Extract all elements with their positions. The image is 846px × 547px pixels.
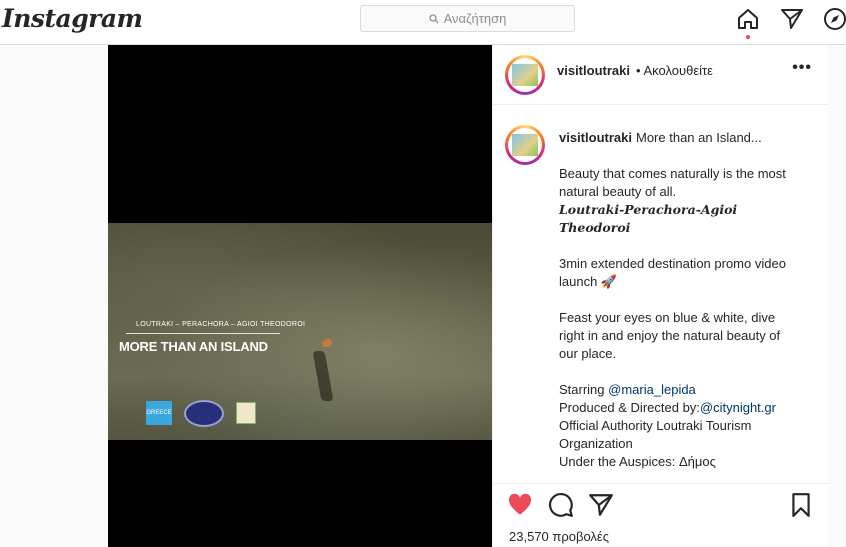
caption-first-line: More than an Island... [636, 130, 762, 145]
share-icon[interactable] [588, 492, 614, 518]
greece-logo: GREECE [146, 401, 172, 425]
video-divider [126, 333, 280, 334]
post-header: visitloutraki • Ακολουθείτε ••• [493, 45, 829, 105]
caption-paragraph: Beauty that comes naturally is the most … [559, 166, 786, 235]
follow-status[interactable]: • Ακολουθείτε [636, 63, 713, 78]
kayak-shadow [312, 351, 334, 401]
kayak-figure [320, 337, 334, 349]
search-placeholder: Αναζήτηση [443, 11, 507, 26]
caption-paragraph: 3min extended destination promo video la… [559, 256, 786, 289]
video-title: MORE THAN AN ISLAND [119, 339, 268, 354]
search-input[interactable]: Αναζήτηση [360, 5, 575, 32]
post-sidebar: visitloutraki • Ακολουθείτε ••• visitlou… [492, 45, 829, 547]
heart-icon[interactable] [507, 492, 533, 518]
post-actions: 23,570 προβολές [493, 483, 829, 547]
search-icon [428, 13, 439, 23]
loutraki-logo [236, 402, 256, 424]
bookmark-icon[interactable] [788, 492, 814, 518]
instagram-logo[interactable]: Instagram [2, 4, 143, 33]
avatar[interactable] [505, 55, 545, 95]
home-icon[interactable] [736, 7, 760, 31]
caption-credits: Starring @maria_lepida Produced & Direct… [559, 382, 776, 469]
post: LOUTRAKI – PERACHORA – AGIOI THEODOROI M… [108, 45, 829, 547]
caption-body: Beauty that comes naturally is the most … [559, 165, 799, 471]
paper-plane-icon[interactable] [780, 7, 804, 31]
video-subtitle: LOUTRAKI – PERACHORA – AGIOI THEODOROI [136, 321, 306, 328]
caption-italic-line: Loutraki-Perachora-Agioi Theodoroi [559, 202, 738, 235]
caption: visitloutraki More than an Island... Bea… [493, 105, 829, 483]
compass-icon[interactable] [823, 7, 846, 31]
video-frame[interactable]: LOUTRAKI – PERACHORA – AGIOI THEODOROI M… [108, 223, 492, 440]
producer-link[interactable]: @citynight.gr [700, 400, 776, 415]
comment-icon[interactable] [548, 492, 574, 518]
post-video[interactable]: LOUTRAKI – PERACHORA – AGIOI THEODOROI M… [108, 45, 492, 547]
view-count: 23,570 προβολές [509, 529, 609, 544]
more-options-icon[interactable]: ••• [792, 59, 812, 77]
municipality-seal [184, 400, 224, 427]
caption-paragraph: Feast your eyes on blue & white, dive ri… [559, 310, 781, 361]
author-username[interactable]: visitloutraki [557, 63, 630, 78]
starring-link[interactable]: @maria_lepida [608, 382, 696, 397]
top-nav: Instagram Αναζήτηση [0, 0, 846, 45]
caption-username[interactable]: visitloutraki [559, 130, 632, 145]
notification-dot [746, 35, 750, 39]
caption-avatar[interactable] [505, 125, 545, 165]
